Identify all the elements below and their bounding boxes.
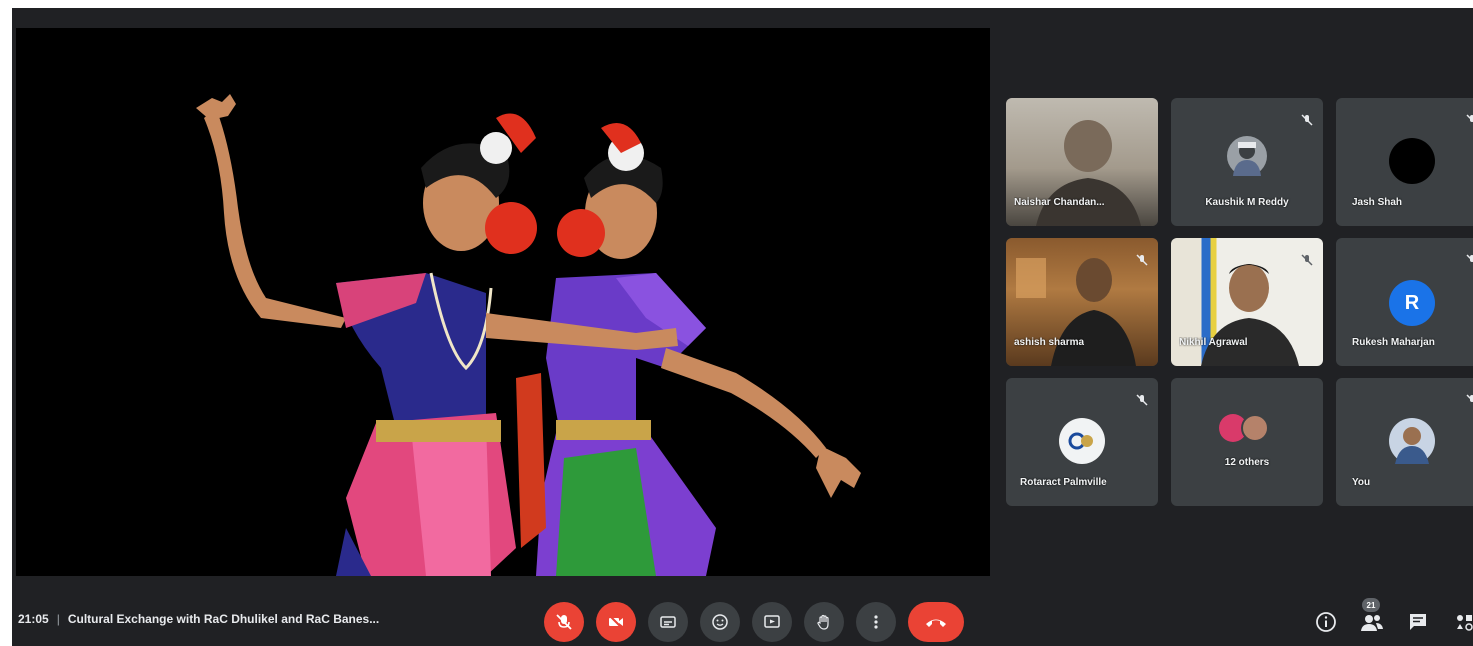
avatar: [1059, 418, 1105, 464]
meeting-info: 21:05 | Cultural Exchange with RaC Dhulike…: [18, 612, 379, 626]
meeting-details-button[interactable]: [1312, 608, 1340, 636]
participant-name: You: [1352, 477, 1371, 488]
captions-button[interactable]: [648, 602, 688, 642]
mic-muted-icon: [1136, 394, 1148, 406]
presentation-stage: [16, 28, 990, 576]
participant-tile[interactable]: Nikhil Agrawal: [1171, 238, 1323, 366]
mic-muted-icon: [1301, 254, 1313, 266]
activities-button[interactable]: [1450, 608, 1473, 636]
chat-icon: [1410, 614, 1426, 630]
hand-icon: [817, 614, 829, 630]
participant-tile[interactable]: Jash Shah: [1336, 98, 1473, 226]
participant-name: Kaushik M Reddy: [1205, 197, 1289, 208]
participant-tile[interactable]: 12 others: [1171, 378, 1323, 506]
avatar: R: [1389, 280, 1435, 326]
participant-tile[interactable]: Naishar Chandan...: [1006, 98, 1158, 226]
participant-name: Rukesh Maharjan: [1352, 337, 1435, 348]
participant-tile[interactable]: Kaushik M Reddy: [1171, 98, 1323, 226]
more-options-button[interactable]: [856, 602, 896, 642]
more-vert-icon: [874, 615, 878, 629]
dancers-image: [196, 94, 861, 576]
meeting-title: Cultural Exchange with RaC Dhulikel and …: [67, 612, 380, 626]
participant-tile[interactable]: You: [1336, 378, 1473, 506]
mic-muted-icon: [1136, 254, 1148, 266]
participant-name: ashish sharma: [1014, 337, 1085, 348]
captions-icon: [660, 616, 676, 628]
emoji-icon: [712, 614, 728, 630]
reactions-button[interactable]: [700, 602, 740, 642]
mic-toggle-button[interactable]: [544, 602, 584, 642]
activities-icon: [1457, 615, 1473, 631]
camera-toggle-button[interactable]: [596, 602, 636, 642]
participant-tile[interactable]: R Rukesh Maharjan: [1336, 238, 1473, 366]
phone-hangup-icon: [926, 619, 946, 627]
participant-name: Jash Shah: [1352, 197, 1403, 208]
people-icon: [1361, 615, 1383, 631]
avatar: [1241, 414, 1269, 442]
control-bar: 21:05 | Cultural Exchange with RaC Dhulike…: [12, 598, 1473, 646]
participant-tile[interactable]: Rotaract Palmville: [1006, 378, 1158, 506]
grouped-avatars: [1219, 414, 1279, 444]
present-screen-icon: [764, 615, 780, 628]
participant-name: 12 others: [1224, 457, 1270, 468]
participant-grid: Naishar Chandan... Kaushik M Reddy Jash …: [1006, 98, 1473, 508]
people-button[interactable]: 21: [1358, 598, 1386, 636]
avatar: [1227, 136, 1267, 176]
meeting-time: 21:05: [18, 612, 49, 626]
meet-window: Naishar Chandan... Kaushik M Reddy Jash …: [12, 8, 1473, 646]
avatar: [1389, 138, 1435, 184]
rotaract-logo-icon: [1068, 432, 1093, 450]
info-icon: [1316, 612, 1336, 632]
participant-tile[interactable]: ashish sharma: [1006, 238, 1158, 366]
mic-off-icon: [556, 614, 572, 630]
mic-muted-icon: [1466, 254, 1473, 263]
people-count-badge: 21: [1362, 598, 1380, 612]
participant-name: Rotaract Palmville: [1020, 477, 1107, 488]
leave-call-button[interactable]: [908, 602, 964, 642]
mic-muted-icon: [1301, 114, 1313, 126]
camera-off-icon: [608, 614, 624, 630]
separator: |: [56, 612, 60, 626]
mic-muted-icon: [1466, 114, 1473, 123]
participant-name: Naishar Chandan...: [1014, 197, 1105, 208]
raise-hand-button[interactable]: [804, 602, 844, 642]
call-controls: [544, 602, 964, 642]
avatar: [1389, 418, 1435, 464]
participant-name: Nikhil Agrawal: [1179, 337, 1248, 348]
mic-muted-icon: [1466, 394, 1473, 403]
chat-button[interactable]: [1404, 608, 1432, 636]
present-button[interactable]: [752, 602, 792, 642]
side-controls: 21: [1312, 598, 1473, 642]
